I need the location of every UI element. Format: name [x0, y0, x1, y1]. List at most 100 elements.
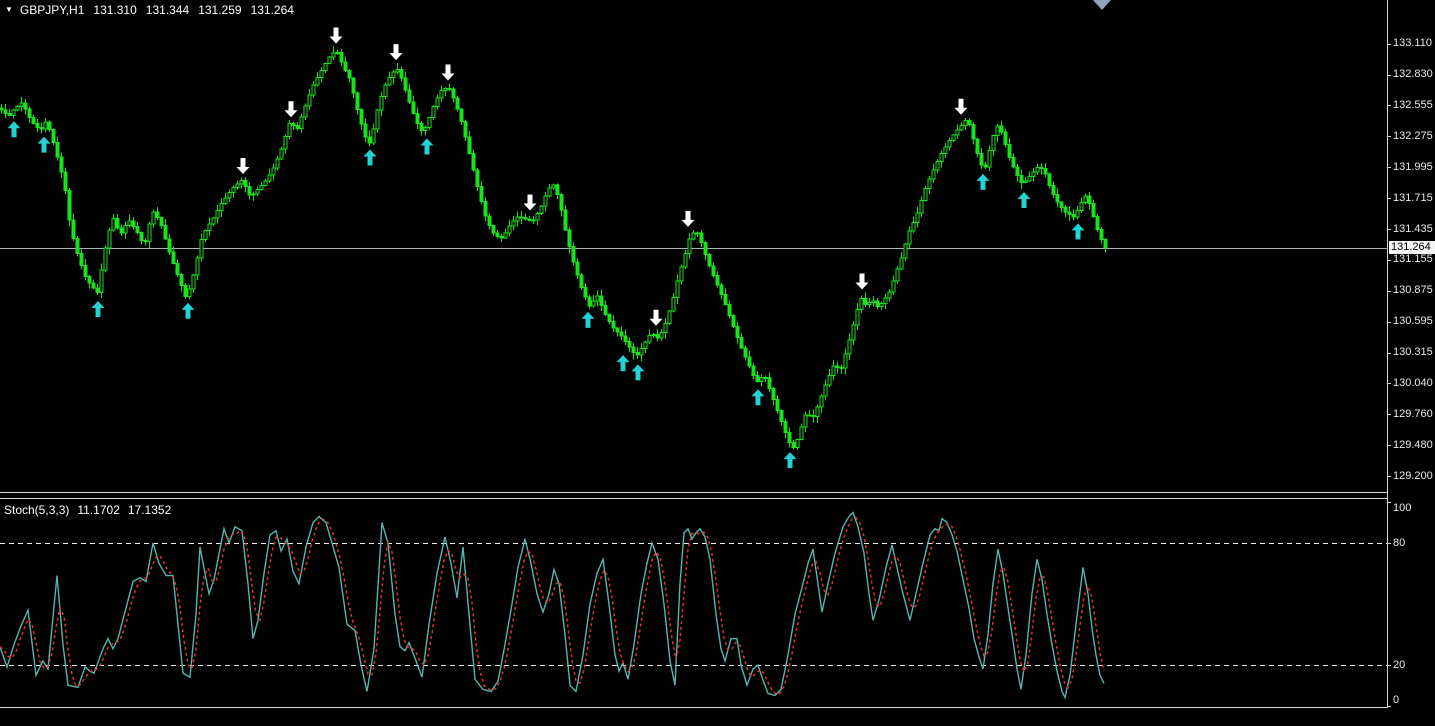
price-tick-mark [1387, 167, 1391, 168]
candle-body [348, 70, 351, 78]
candle-body [248, 186, 251, 195]
candle-body [392, 72, 395, 78]
stoch-main-value: 11.1702 [77, 503, 120, 517]
buy-signal-arrow [582, 312, 595, 328]
candle-body [904, 244, 907, 258]
candle-body [900, 258, 903, 269]
buy-signal-arrow [182, 303, 195, 319]
candle-body [968, 120, 971, 124]
candle-body [236, 184, 239, 188]
candle-body [376, 110, 379, 129]
candle-body [300, 117, 303, 128]
candle-body [784, 422, 787, 433]
candle-body [100, 270, 103, 293]
candle-body [52, 129, 55, 142]
candle-body [472, 153, 475, 170]
candle-body [396, 70, 399, 72]
candle-body [680, 267, 683, 281]
candle-body [1032, 172, 1035, 176]
candle-body [592, 301, 595, 306]
candle-body [712, 266, 715, 275]
buy-signal-arrow [8, 121, 21, 137]
buy-signal-arrow [752, 389, 765, 405]
candle-body [508, 226, 511, 233]
candle-body [688, 239, 691, 254]
candle-body [852, 325, 855, 340]
candle-body [932, 170, 935, 179]
candle-body [128, 221, 131, 225]
candle-body [520, 217, 523, 218]
candle-body [740, 337, 743, 348]
price-tick-label: 130.315 [1393, 347, 1433, 358]
candle-body [28, 109, 31, 118]
candle-body [1052, 186, 1055, 195]
pane-splitter[interactable] [0, 492, 1387, 493]
candle-body [728, 304, 731, 315]
chart-collapse-icon[interactable]: ▼ [5, 5, 13, 14]
candle-body [776, 399, 779, 410]
candle-body [8, 114, 11, 116]
candle-body [356, 93, 359, 109]
candle-body [752, 366, 755, 375]
candle-body [220, 204, 223, 211]
candle-body [480, 187, 483, 202]
price-tick-mark [1387, 229, 1391, 230]
candle-body [424, 127, 427, 130]
candle-body [804, 415, 807, 427]
price-tick-mark [1387, 136, 1391, 137]
candle-body [1072, 215, 1075, 217]
candle-body [832, 366, 835, 375]
candle-body [1080, 202, 1083, 210]
candle-body [240, 181, 243, 185]
candle-body [800, 427, 803, 439]
candle-body [244, 181, 247, 187]
candle-body [496, 233, 499, 236]
candle-body [1056, 194, 1059, 202]
candle-body [504, 233, 507, 238]
candle-body [140, 233, 143, 241]
candle-body [788, 433, 791, 443]
candle-body [188, 289, 191, 297]
candle-body [464, 121, 467, 136]
candle-body [704, 243, 707, 255]
candle-body [1000, 126, 1003, 132]
buy-signal-arrow [421, 138, 434, 154]
sell-signal-arrow [330, 28, 343, 44]
candle-body [956, 130, 959, 135]
candle-body [448, 88, 451, 89]
candle-body [1008, 144, 1011, 157]
candle-body [632, 347, 635, 353]
candle-body [308, 95, 311, 106]
buy-signal-arrow [784, 452, 797, 468]
candle-body [164, 225, 167, 239]
price-tick-label: 131.715 [1393, 193, 1433, 204]
price-tick-label: 131.435 [1393, 224, 1433, 235]
time-axis[interactable]: 5 May 20206 May 11:007 May 03:007 May 19… [0, 708, 1435, 726]
sell-signal-arrow [650, 310, 663, 326]
candle-body [420, 124, 423, 131]
candle-body [792, 442, 795, 447]
candle-body [84, 266, 87, 277]
candle-body [880, 304, 883, 307]
candle-body [668, 311, 671, 324]
buy-signal-arrow [92, 301, 105, 317]
candle-body [892, 281, 895, 292]
stoch-tick-label: 0 [1393, 695, 1399, 706]
candle-body [1104, 239, 1107, 248]
candle-body [64, 172, 67, 190]
candle-body [992, 135, 995, 150]
candle-body [492, 225, 495, 233]
candle-body [652, 334, 655, 335]
candle-body [640, 349, 643, 356]
main-chart-canvas[interactable] [0, 0, 1390, 493]
candle-body [404, 78, 407, 90]
sell-signal-arrow [237, 158, 250, 174]
candle-body [1048, 174, 1051, 186]
candle-body [888, 292, 891, 298]
candle-body [268, 175, 271, 181]
chart-shift-marker[interactable] [1093, 0, 1111, 10]
candle-body [192, 275, 195, 289]
candle-body [624, 336, 627, 342]
stoch-indicator-canvas[interactable] [0, 493, 1390, 708]
stoch-tick-mark [1387, 706, 1391, 707]
